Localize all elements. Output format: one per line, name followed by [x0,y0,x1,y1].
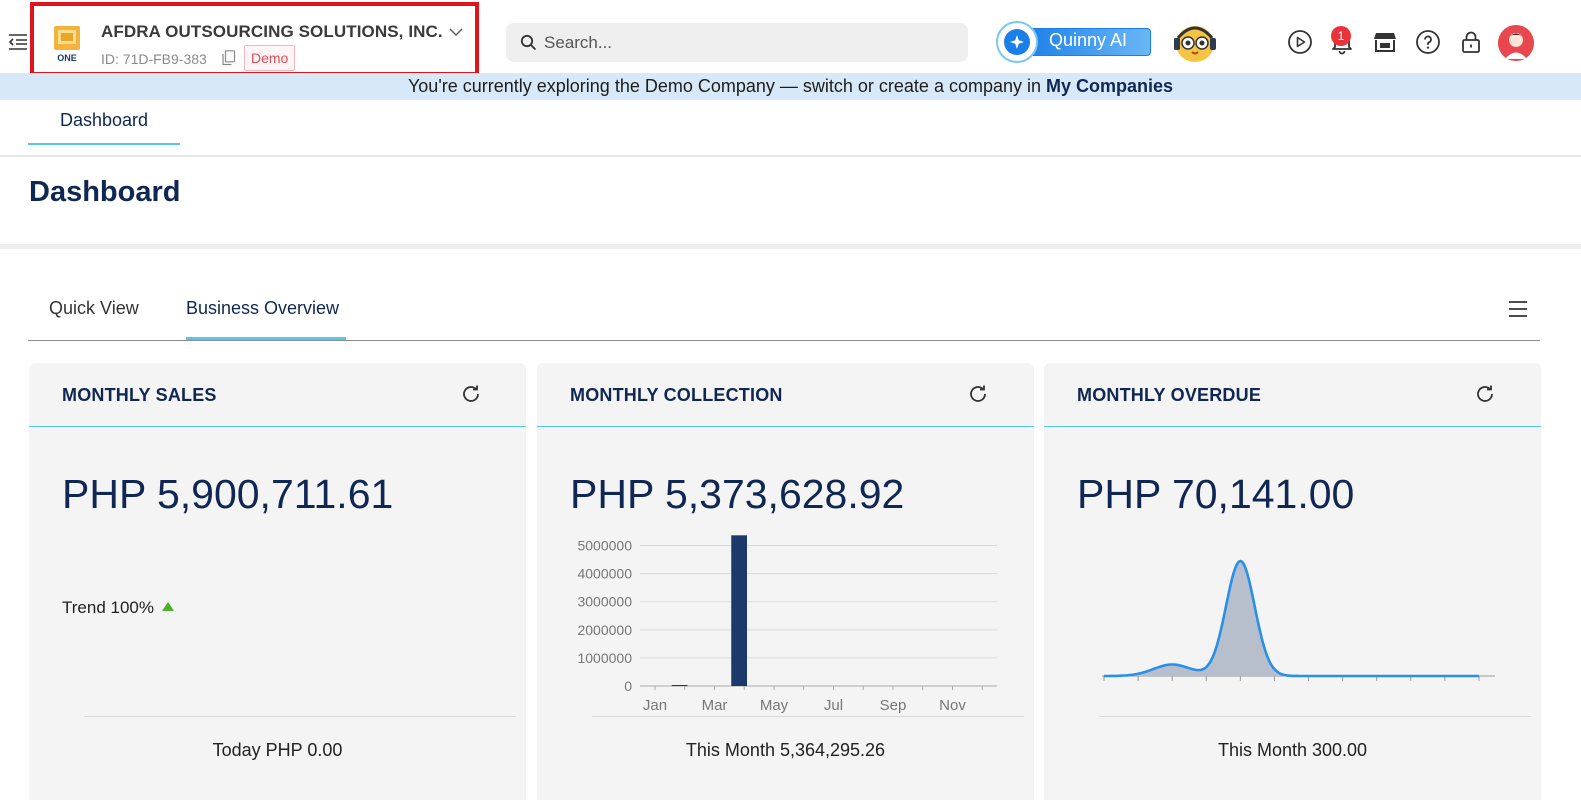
demo-badge: Demo [244,45,296,71]
card-title: MONTHLY OVERDUE [1077,385,1262,405]
search-input[interactable] [544,23,944,62]
collection-bar-chart: 0 1000000 2000000 3000000 4000000 5000000 Jan M… [577,535,997,714]
avatar[interactable] [1498,25,1534,61]
logo-text: ONE [57,53,77,63]
card-header: MONTHLY OVERDUE [1044,363,1541,427]
notification-count-badge: 1 [1331,26,1351,46]
card-footer-divider [84,716,516,717]
search-icon [520,34,537,51]
overdue-amount: PHP 70,141.00 [1077,471,1355,517]
area-fill [1104,561,1479,676]
card-footer-divider [1099,716,1531,717]
monthly-overdue-card: MONTHLY OVERDUE PHP 70,141.00 This Month… [1044,363,1541,800]
collection-amount: PHP 5,373,628.92 [570,471,905,517]
quinny-ai-button[interactable]: Quinny AI [995,20,1152,64]
card-title: MONTHLY SALES [62,385,217,405]
y-tick-label: 4000000 [577,566,632,582]
hamburger-icon[interactable] [1507,299,1529,319]
play-icon[interactable] [1287,29,1313,55]
tab-quick-view[interactable]: Quick View [49,298,139,319]
x-tick-label: Nov [939,697,966,714]
x-tick-label: Sep [880,697,907,714]
quinny-ai-label: Quinny AI [1049,30,1128,50]
mascot-icon[interactable] [1170,18,1220,66]
tab-divider [0,155,1581,157]
help-icon[interactable] [1415,29,1441,55]
trend-label: Trend 100% [62,598,154,617]
company-switcher[interactable]: ONE AFDRA OUTSOURCING SOLUTIONS, INC. ID… [30,2,479,76]
overdue-area-chart [1102,559,1495,681]
card-title: MONTHLY COLLECTION [570,385,783,405]
menu-toggle-icon[interactable] [6,30,30,54]
sales-amount: PHP 5,900,711.61 [62,471,394,517]
company-logo: ONE [54,26,80,63]
sub-tab-divider [28,340,1540,341]
card-header: MONTHLY SALES [29,363,526,427]
company-name[interactable]: AFDRA OUTSOURCING SOLUTIONS, INC. [101,22,443,42]
series-line [1104,559,1479,678]
trend-up-icon [161,602,174,612]
lock-icon[interactable] [1458,29,1484,55]
demo-banner: You're currently exploring the Demo Comp… [0,73,1581,100]
overdue-footer: This Month 300.00 [1217,740,1368,760]
collection-footer: This Month 5,364,295.26 [685,740,886,760]
store-icon[interactable] [1372,29,1398,55]
tab-dashboard[interactable]: Dashboard [28,100,180,145]
monthly-sales-card: MONTHLY SALES PHP 5,900,711.61 Trend 100… [29,363,526,800]
sales-footer: Today PHP 0.00 [212,740,343,760]
y-tick-label: 1000000 [577,650,632,666]
y-tick-label: 3000000 [577,594,632,610]
y-tick-label: 2000000 [577,622,632,638]
quinny-bubble-icon [996,21,1038,63]
refresh-icon[interactable] [967,383,989,405]
sales-trend: Trend 100% [62,598,174,618]
monthly-collection-card: MONTHLY COLLECTION PHP 5,373,628.92 0 100… [537,363,1034,800]
card-header: MONTHLY COLLECTION [537,363,1034,427]
x-tick-label: Jul [824,697,843,714]
tab-business-overview[interactable]: Business Overview [186,298,339,319]
bar [731,535,747,686]
search-bar[interactable] [506,23,968,62]
card-footer-divider [592,716,1024,717]
title-divider [0,244,1581,249]
x-tick-label: Mar [702,697,728,714]
demo-banner-text: You're currently exploring the Demo Comp… [407,76,1047,96]
chevron-down-icon[interactable] [448,24,464,40]
x-tick-label: Jan [643,697,667,714]
y-tick-label: 0 [624,678,632,694]
refresh-icon[interactable] [1474,383,1496,405]
bar [671,685,688,686]
my-companies-link[interactable]: My Companies [1046,76,1173,96]
x-tick-label: May [760,697,789,714]
top-bar: ONE AFDRA OUTSOURCING SOLUTIONS, INC. ID… [0,0,1581,76]
user-avatar-icon [1498,25,1534,61]
page-title: Dashboard [29,176,181,208]
y-tick-label: 5000000 [577,538,632,554]
copy-icon[interactable] [222,50,236,66]
refresh-icon[interactable] [460,383,482,405]
company-id: ID: 71D-FB9-383 [101,51,207,67]
